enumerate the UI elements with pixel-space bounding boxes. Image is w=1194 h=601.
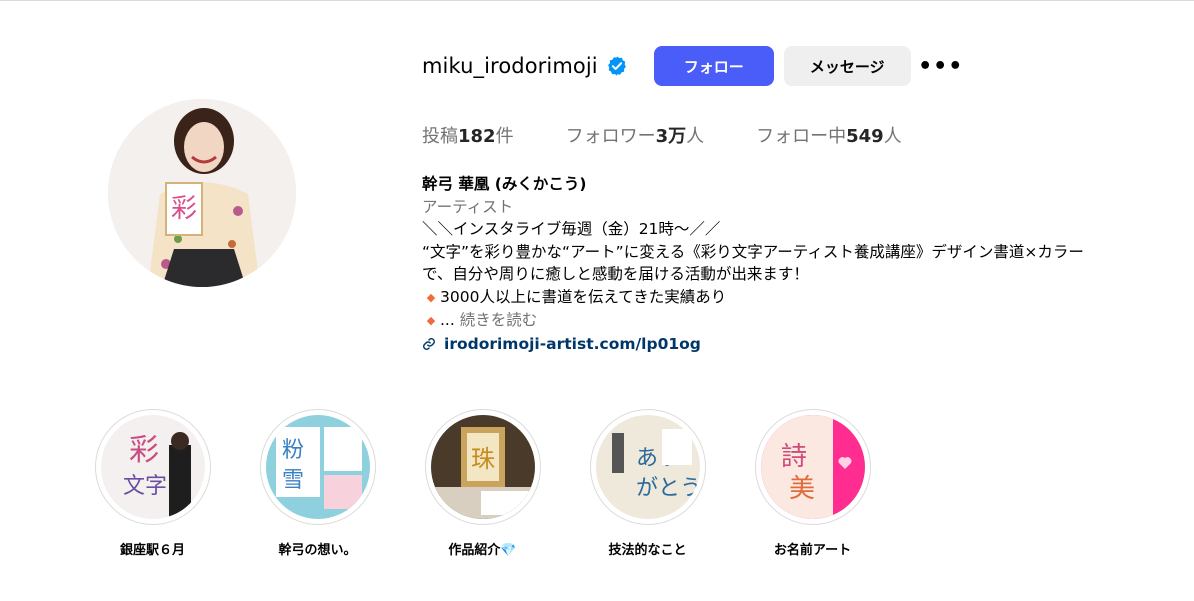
svg-text:粉: 粉 [282,438,304,463]
bio-line: ◆ 3000人以上に書道を伝えてきた実績あり [422,286,1182,310]
highlight-item[interactable]: 彩 文字 銀座駅６月 [70,409,235,558]
more-options-icon[interactable]: ••• [918,50,962,82]
svg-text:美: 美 [789,474,815,504]
svg-text:彩: 彩 [171,194,197,224]
svg-text:詩: 詩 [781,442,807,472]
highlight-cover: 詩 美 [760,415,865,519]
username[interactable]: miku_irodorimoji [422,54,598,78]
message-button[interactable]: メッセージ [783,46,911,86]
category-label: アーティスト [422,197,514,216]
svg-text:珠: 珠 [471,445,495,473]
posts-count: 投稿182件 [422,126,514,147]
diamond-emoji-icon: 💎 [500,543,517,558]
highlight-label: 幹弓の想い。 [278,543,357,558]
highlight-item[interactable]: 詩 美 お名前アート [730,409,895,558]
bio-line: で、自分や周りに癒しと感動を届ける活動が出来ます！ [422,265,809,283]
highlight-cover: 彩 文字 [100,415,205,519]
top-divider [0,0,1194,1]
profile-bio: 幹弓 華凰 (みくかこう) アーティスト ＼＼インスタライブ毎週（金）21時〜／… [422,173,1182,355]
highlight-cover: 珠 [430,415,535,519]
following-count[interactable]: フォロー中549人 [756,122,902,148]
highlight-cover: 粉 雪 [265,415,370,519]
highlight-label: お名前アート [773,543,852,558]
highlight-item[interactable]: 珠 作品紹介💎 [400,409,565,558]
profile-avatar[interactable]: 彩 [108,99,296,287]
bio-line: ◆... 続きを読む [422,309,1182,333]
display-name: 幹弓 華凰 (みくかこう) [422,175,587,193]
verified-badge-icon [606,55,628,77]
bio-line: “文字”を彩り豊かな“アート”に変える《彩り文字アーティスト養成講座》デザイン書… [422,242,1084,261]
highlight-item[interactable]: あり がとう 技法的なこと [565,409,730,558]
follow-button[interactable]: フォロー [653,46,774,86]
svg-text:彩: 彩 [129,433,159,468]
link-icon [423,337,435,350]
profile-stats: 投稿182件 フォロワー3万人 フォロー中549人 [422,122,954,148]
svg-text:雪: 雪 [282,468,304,493]
svg-text:がとう: がとう [636,476,700,501]
orange-diamond-icon: ◆ [426,290,436,304]
external-link[interactable]: irodorimoji-artist.com/lp01og [422,333,1182,356]
highlight-label: 作品紹介💎 [448,543,517,558]
svg-text:文字: 文字 [123,474,167,499]
bio-line: ＼＼インスタライブ毎週（金）21時〜／／ [422,220,721,238]
read-more-link[interactable]: 続きを読む [460,311,538,329]
story-highlights: 彩 文字 銀座駅６月 粉 雪 幹弓の想い。 珠 作品紹介💎 あり がとう 技法的… [70,409,895,558]
avatar-photo: 彩 [108,99,296,287]
highlight-cover: あり がとう [595,415,700,519]
highlight-label: 技法的なこと [608,543,687,558]
followers-count[interactable]: フォロワー3万人 [566,122,705,148]
highlight-item[interactable]: 粉 雪 幹弓の想い。 [235,409,400,558]
profile-header-row: miku_irodorimoji フォロー メッセージ ••• [422,46,962,86]
highlight-label: 銀座駅６月 [119,543,185,558]
orange-diamond-icon: ◆ [426,314,436,327]
